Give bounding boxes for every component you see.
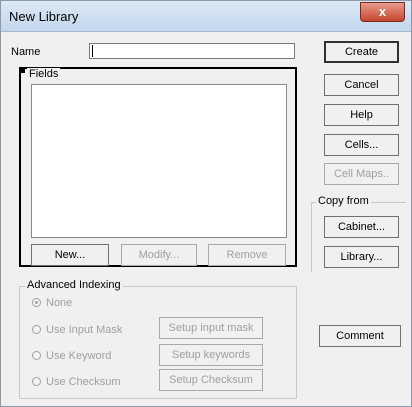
input-mask-radio-label: Use Input Mask [46, 324, 123, 336]
setup-checksum-button[interactable]: Setup Checksum [159, 369, 263, 391]
keyword-radio[interactable] [32, 351, 41, 360]
setup-keywords-button[interactable]: Setup keywords [159, 344, 263, 366]
advanced-indexing-legend: Advanced Indexing [25, 279, 123, 291]
checksum-radio[interactable] [32, 377, 41, 386]
keyword-radio-label: Use Keyword [46, 350, 112, 362]
new-field-button[interactable]: New... [31, 244, 109, 266]
help-button[interactable]: Help [324, 104, 399, 126]
new-library-dialog: New Library x Name Fields New... Modify.… [0, 0, 412, 407]
fields-legend: Fields [27, 68, 61, 80]
create-button[interactable]: Create [324, 41, 399, 63]
window-title: New Library [9, 9, 79, 24]
copy-from-legend: Copy from [316, 195, 371, 207]
title-bar[interactable]: New Library x [1, 1, 411, 32]
input-mask-radio[interactable] [32, 325, 41, 334]
cancel-button[interactable]: Cancel [324, 74, 399, 96]
modify-field-button[interactable]: Modify... [121, 244, 197, 266]
setup-input-mask-button[interactable]: Setup input mask [159, 317, 263, 339]
cabinet-button[interactable]: Cabinet... [324, 216, 399, 238]
none-radio[interactable] [32, 298, 41, 307]
none-radio-label: None [46, 297, 73, 309]
library-button[interactable]: Library... [324, 246, 399, 268]
checksum-radio-label: Use Checksum [46, 376, 121, 388]
name-input[interactable] [89, 43, 295, 59]
close-icon: x [378, 4, 387, 19]
text-caret [92, 45, 93, 57]
cells-button[interactable]: Cells... [324, 134, 399, 156]
fields-list[interactable] [31, 84, 287, 238]
comment-button[interactable]: Comment [319, 325, 401, 347]
name-label: Name [11, 46, 41, 58]
cell-maps-button[interactable]: Cell Maps.. [324, 163, 399, 185]
remove-field-button[interactable]: Remove [208, 244, 286, 266]
close-button[interactable]: x [360, 2, 405, 22]
